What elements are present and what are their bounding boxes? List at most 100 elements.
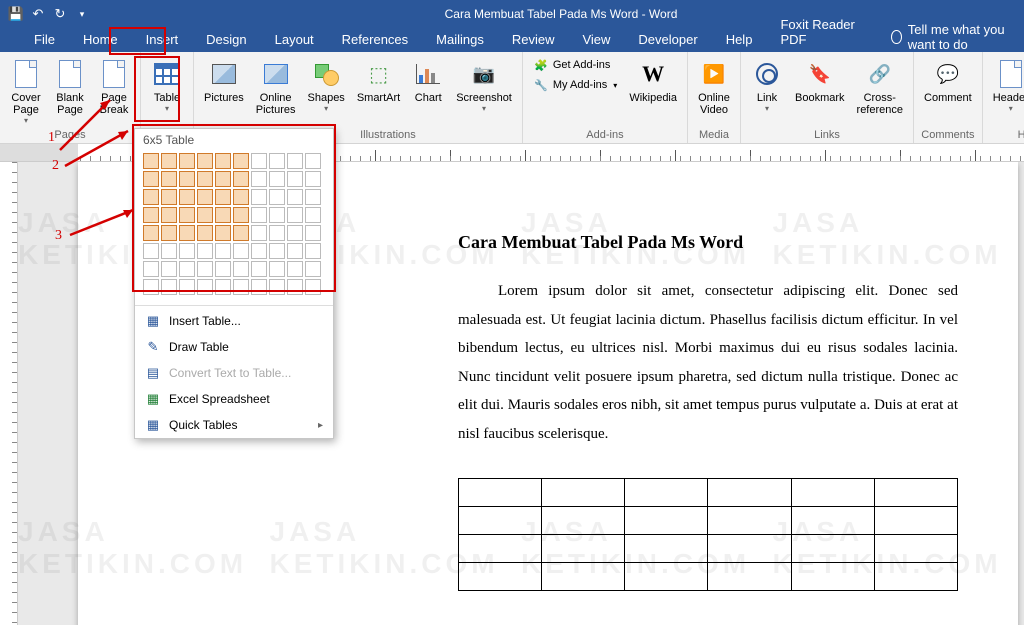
table-cell[interactable] (542, 479, 625, 507)
table-grid-cell[interactable] (179, 225, 195, 241)
table-grid-cell[interactable] (287, 279, 303, 295)
table-grid-cell[interactable] (233, 153, 249, 169)
table-grid-cell[interactable] (161, 153, 177, 169)
table-grid-cell[interactable] (197, 225, 213, 241)
table-grid-cell[interactable] (215, 243, 231, 259)
tab-design[interactable]: Design (192, 28, 260, 52)
table-grid-cell[interactable] (269, 261, 285, 277)
table-grid-cell[interactable] (305, 261, 321, 277)
table-grid-cell[interactable] (233, 189, 249, 205)
table-grid-cell[interactable] (197, 243, 213, 259)
excel-spreadsheet-item[interactable]: ▦Excel Spreadsheet (135, 386, 333, 412)
online-video-button[interactable]: ▶️OnlineVideo (694, 56, 734, 118)
table-grid-cell[interactable] (161, 189, 177, 205)
table-grid-cell[interactable] (269, 225, 285, 241)
table-grid-cell[interactable] (269, 243, 285, 259)
table-cell[interactable] (459, 535, 542, 563)
table-cell[interactable] (542, 563, 625, 591)
table-grid-cell[interactable] (215, 261, 231, 277)
table-grid-cell[interactable] (197, 207, 213, 223)
table-cell[interactable] (874, 535, 957, 563)
table-cell[interactable] (542, 535, 625, 563)
table-grid-cell[interactable] (251, 225, 267, 241)
bookmark-button[interactable]: 🔖Bookmark (791, 56, 849, 106)
table-grid-cell[interactable] (179, 153, 195, 169)
table-grid-cell[interactable] (233, 207, 249, 223)
page-break-button[interactable]: PageBreak (94, 56, 134, 118)
table-grid-cell[interactable] (161, 243, 177, 259)
cross-reference-button[interactable]: 🔗Cross-reference (853, 56, 907, 118)
table-grid-cell[interactable] (179, 171, 195, 187)
table-grid-cell[interactable] (197, 189, 213, 205)
table-grid-cell[interactable] (287, 189, 303, 205)
tab-file[interactable]: File (20, 28, 69, 52)
table-cell[interactable] (708, 535, 791, 563)
qat-more-icon[interactable]: ▾ (74, 6, 90, 22)
table-cell[interactable] (459, 479, 542, 507)
table-grid-cell[interactable] (179, 243, 195, 259)
table-cell[interactable] (791, 535, 874, 563)
table-grid-cell[interactable] (305, 189, 321, 205)
insert-table-item[interactable]: ▦Insert Table... (135, 308, 333, 334)
table-grid-cell[interactable] (287, 225, 303, 241)
table-grid-cell[interactable] (143, 153, 159, 169)
table-grid-cell[interactable] (197, 171, 213, 187)
table-cell[interactable] (542, 507, 625, 535)
table-cell[interactable] (625, 479, 708, 507)
table-cell[interactable] (791, 479, 874, 507)
table-grid-cell[interactable] (197, 261, 213, 277)
tab-developer[interactable]: Developer (624, 28, 711, 52)
table-cell[interactable] (708, 563, 791, 591)
table-cell[interactable] (459, 507, 542, 535)
table-grid-cell[interactable] (143, 225, 159, 241)
smartart-button[interactable]: ⬚SmartArt (353, 56, 404, 106)
table-grid-cell[interactable] (233, 261, 249, 277)
table-cell[interactable] (791, 563, 874, 591)
table-grid-cell[interactable] (287, 243, 303, 259)
table-grid-cell[interactable] (197, 153, 213, 169)
table-grid-cell[interactable] (143, 243, 159, 259)
table-grid-cell[interactable] (161, 279, 177, 295)
table-grid-cell[interactable] (233, 171, 249, 187)
cover-page-button[interactable]: CoverPage▾ (6, 56, 46, 127)
online-pictures-button[interactable]: OnlinePictures (252, 56, 300, 118)
quick-tables-item[interactable]: ▦Quick Tables▸ (135, 412, 333, 438)
table-size-grid[interactable] (135, 149, 333, 303)
table-grid-cell[interactable] (305, 153, 321, 169)
blank-page-button[interactable]: BlankPage (50, 56, 90, 118)
table-grid-cell[interactable] (215, 225, 231, 241)
table-cell[interactable] (625, 535, 708, 563)
table-grid-cell[interactable] (215, 189, 231, 205)
table-grid-cell[interactable] (305, 279, 321, 295)
tab-view[interactable]: View (568, 28, 624, 52)
table-cell[interactable] (625, 507, 708, 535)
table-grid-cell[interactable] (215, 279, 231, 295)
table-grid-cell[interactable] (179, 279, 195, 295)
table-grid-cell[interactable] (215, 207, 231, 223)
table-grid-cell[interactable] (287, 171, 303, 187)
table-grid-cell[interactable] (305, 207, 321, 223)
table-grid-cell[interactable] (143, 171, 159, 187)
table-grid-cell[interactable] (305, 225, 321, 241)
wikipedia-button[interactable]: WWikipedia (625, 56, 681, 106)
table-grid-cell[interactable] (269, 189, 285, 205)
table-grid-cell[interactable] (179, 207, 195, 223)
table-grid-cell[interactable] (287, 153, 303, 169)
table-grid-cell[interactable] (305, 171, 321, 187)
table-cell[interactable] (708, 479, 791, 507)
redo-icon[interactable]: ↻ (52, 6, 68, 22)
header-button[interactable]: Header▾ (989, 56, 1024, 115)
tab-layout[interactable]: Layout (261, 28, 328, 52)
table-grid-cell[interactable] (251, 279, 267, 295)
table-grid-cell[interactable] (251, 207, 267, 223)
table-grid-cell[interactable] (251, 189, 267, 205)
table-cell[interactable] (625, 563, 708, 591)
draw-table-item[interactable]: ✎Draw Table (135, 334, 333, 360)
table-grid-cell[interactable] (197, 279, 213, 295)
table-grid-cell[interactable] (251, 171, 267, 187)
table-grid-cell[interactable] (179, 189, 195, 205)
table-button[interactable]: Table▾ (147, 56, 187, 115)
tab-foxit[interactable]: Foxit Reader PDF (766, 13, 871, 52)
table-grid-cell[interactable] (251, 261, 267, 277)
table-grid-cell[interactable] (143, 261, 159, 277)
